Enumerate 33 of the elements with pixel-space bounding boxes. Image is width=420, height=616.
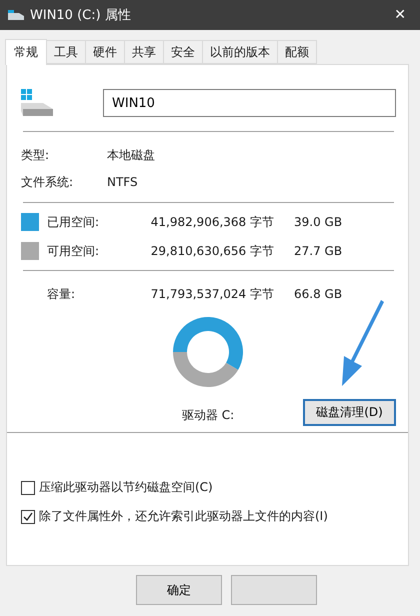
drive-icon <box>21 89 55 117</box>
byte-count: 41,982,906,368 字节 <box>150 214 274 230</box>
close-button[interactable]: ✕ <box>388 7 412 23</box>
tab[interactable]: 硬件 <box>85 40 125 64</box>
tab[interactable]: 安全 <box>163 40 203 64</box>
checkbox-label: 除了文件属性外，还允许索引此驱动器上文件的内容(I) <box>39 508 328 525</box>
drive-icon <box>8 10 24 20</box>
tab[interactable]: 以前的版本 <box>202 40 278 64</box>
drive-name-field[interactable]: WIN10 <box>103 89 396 117</box>
checkbox[interactable] <box>21 510 35 524</box>
byte-count: 71,793,537,024 字节 <box>150 286 274 302</box>
size-value: 39.0 GB <box>294 215 342 229</box>
drive-label: 驱动器 C: <box>182 407 234 424</box>
tab[interactable]: 共享 <box>124 40 164 64</box>
space-label: 已用空间: <box>47 214 100 230</box>
property-value: 本地磁盘 <box>107 146 155 164</box>
space-label: 可用空间: <box>47 242 100 260</box>
size-value: 27.7 GB <box>294 244 342 258</box>
arrow-icon <box>340 300 386 388</box>
window-title: WIN10 (C:) 属性 <box>30 7 132 24</box>
property-value: NTFS <box>107 175 138 189</box>
tab[interactable]: 配额 <box>277 40 317 64</box>
checkbox-label: 压缩此驱动器以节约磁盘空间(C) <box>39 479 213 496</box>
byte-count: 29,810,630,656 字节 <box>150 242 274 260</box>
property-label: 文件系统: <box>21 174 74 190</box>
ok-button[interactable]: 确定 <box>136 575 222 605</box>
tab[interactable]: 工具 <box>46 40 86 64</box>
capacity-label: 容量: <box>47 286 76 302</box>
property-label: 类型: <box>21 146 50 164</box>
disk-cleanup-button[interactable]: 磁盘清理(D) <box>303 399 396 426</box>
tab[interactable]: 常规 <box>5 39 47 65</box>
size-value: 66.8 GB <box>294 287 342 301</box>
checkbox[interactable] <box>21 480 35 494</box>
